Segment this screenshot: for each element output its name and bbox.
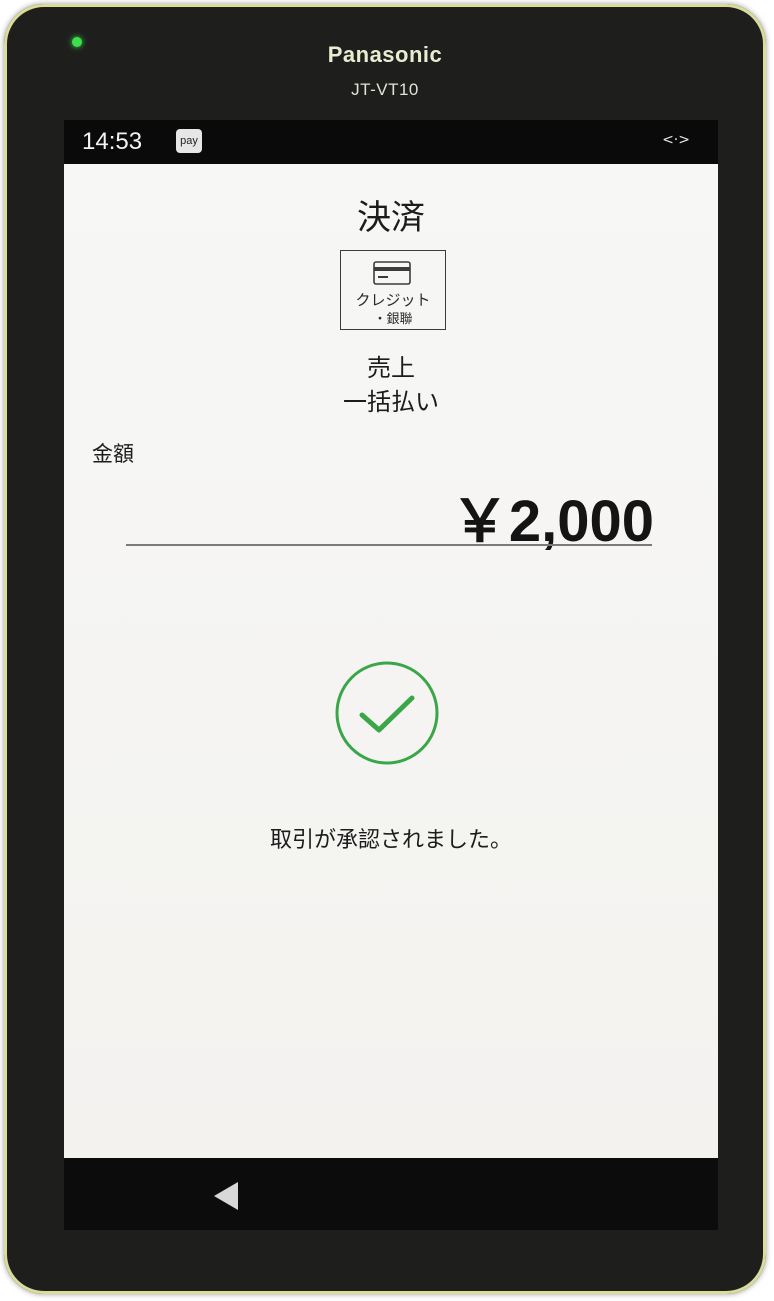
amount-divider (126, 544, 652, 546)
page-title: 決済 (357, 198, 425, 238)
status-time: 14:53 (82, 128, 143, 155)
payment-method-sublabel: ・銀聯 (373, 312, 413, 327)
back-triangle-icon[interactable] (204, 1178, 248, 1214)
pay-app-icon: pay (176, 129, 202, 153)
result-message: 取引が承認されました。 (269, 828, 512, 853)
navigation-bar (64, 1158, 718, 1230)
amount-label: 金額 (92, 442, 134, 466)
payment-method-badge: クレジット ・銀聯 (340, 250, 446, 330)
device-model: JT-VT10 (351, 80, 419, 99)
device-screen: 14:53 pay <·> 決済 クレジット ・銀聯 売上 一括払い 金額 ￥2… (64, 120, 718, 1230)
check-circle-icon (335, 661, 439, 765)
network-icon: <·> (662, 132, 690, 148)
status-bar: 14:53 pay <·> (64, 120, 718, 164)
credit-card-icon (373, 261, 411, 285)
device-brand: Panasonic (327, 42, 443, 67)
transaction-type: 売上 (367, 354, 415, 382)
payment-result-screen: 決済 クレジット ・銀聯 売上 一括払い 金額 ￥2,000 取引が承認されまし… (64, 164, 718, 1158)
payment-terminal-device: Panasonic JT-VT10 14:53 pay <·> 決済 クレジット… (4, 4, 766, 1294)
payment-type: 一括払い (343, 388, 439, 416)
payment-method-label: クレジット (355, 291, 431, 309)
